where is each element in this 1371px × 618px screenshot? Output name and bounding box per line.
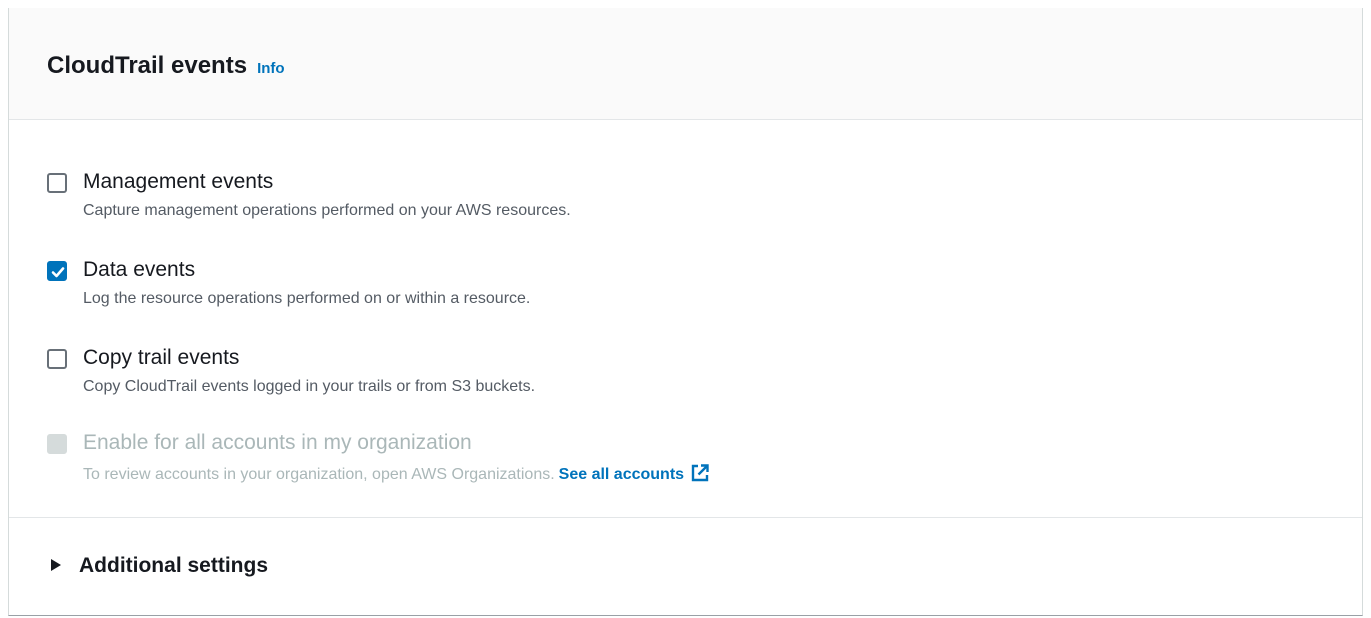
option-description: Copy CloudTrail events logged in your tr… bbox=[83, 378, 536, 395]
checkmark-icon bbox=[51, 267, 65, 278]
option-description: To review accounts in your organization,… bbox=[83, 463, 710, 488]
option-label: Enable for all accounts in my organizati… bbox=[83, 431, 472, 454]
external-link-icon[interactable] bbox=[690, 463, 710, 488]
additional-settings-expander[interactable]: Additional settings bbox=[51, 554, 268, 578]
option-description-text: To review accounts in your organization,… bbox=[83, 466, 555, 483]
see-all-accounts-link[interactable]: See all accounts bbox=[559, 466, 684, 483]
additional-settings-label: Additional settings bbox=[79, 554, 268, 577]
option-description: Log the resource operations performed on… bbox=[83, 290, 531, 307]
info-link[interactable]: Info bbox=[257, 60, 285, 77]
additional-settings-section: Additional settings bbox=[9, 518, 1362, 615]
management-events-checkbox[interactable] bbox=[47, 173, 67, 193]
option-label: Copy trail events bbox=[83, 346, 240, 369]
enable-all-accounts-checkbox bbox=[47, 434, 67, 454]
option-description: Capture management operations performed … bbox=[83, 202, 571, 219]
cloudtrail-events-panel: CloudTrail events Info Management events … bbox=[8, 8, 1363, 616]
data-events-checkbox[interactable] bbox=[47, 261, 67, 281]
panel-header: CloudTrail events Info bbox=[9, 8, 1362, 120]
panel-title-text: CloudTrail events bbox=[47, 52, 248, 79]
copy-trail-events-checkbox[interactable] bbox=[47, 349, 67, 369]
caret-right-icon bbox=[51, 559, 61, 571]
option-label: Management events bbox=[83, 170, 274, 193]
event-types-section: Management events Capture management ope… bbox=[9, 120, 1362, 518]
option-label: Data events bbox=[83, 258, 196, 281]
page-title: CloudTrail events Info bbox=[47, 52, 285, 80]
